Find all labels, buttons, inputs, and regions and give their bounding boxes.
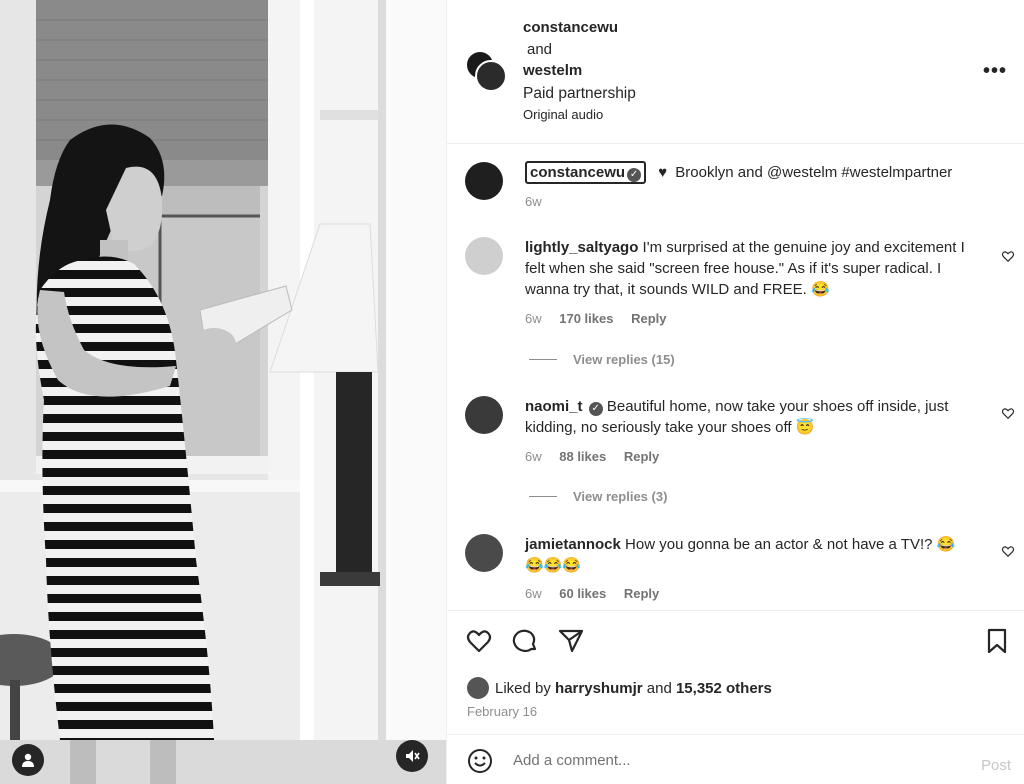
post-photo bbox=[0, 0, 446, 784]
avatar[interactable] bbox=[465, 237, 503, 275]
comment-body: jamietannock How you gonna be an actor &… bbox=[525, 534, 965, 576]
mute-button[interactable] bbox=[396, 740, 428, 772]
comment-body: naomi_t ✓ Beautiful home, now take your … bbox=[525, 396, 965, 438]
liked-by-user[interactable]: harryshumjr bbox=[555, 680, 643, 697]
person-icon bbox=[22, 753, 34, 767]
divider bbox=[529, 496, 557, 497]
view-replies-label[interactable]: View replies (15) bbox=[573, 352, 675, 367]
like-comment-icon[interactable] bbox=[1001, 544, 1015, 558]
save-icon[interactable] bbox=[983, 627, 1011, 655]
avatar[interactable] bbox=[465, 396, 503, 434]
caption-meta: 6w bbox=[525, 194, 556, 209]
comment-meta: 6w 88 likes Reply bbox=[525, 449, 673, 464]
post-header: constancewu and westelm Paid partnership… bbox=[447, 0, 1024, 144]
caption-age[interactable]: 6w bbox=[525, 194, 542, 209]
post-date[interactable]: February 16 bbox=[467, 704, 537, 719]
comment-age[interactable]: 6w bbox=[525, 311, 542, 326]
reply-button[interactable]: Reply bbox=[624, 449, 659, 464]
add-comment-bar: Post bbox=[447, 734, 1024, 784]
audio-label[interactable]: Original audio bbox=[523, 107, 603, 122]
action-icons bbox=[465, 627, 585, 655]
comment-text: Beautiful home, now take your shoes off … bbox=[525, 398, 949, 436]
header-username-1[interactable]: constancewu bbox=[523, 19, 618, 36]
verified-icon: ✓ bbox=[588, 402, 603, 416]
view-replies-button[interactable]: View replies (15) bbox=[529, 352, 675, 367]
comment-age[interactable]: 6w bbox=[525, 449, 542, 464]
comment-username[interactable]: jamietannock bbox=[525, 536, 621, 553]
comment-likes[interactable]: 170 likes bbox=[559, 311, 613, 326]
liked-by-and: and bbox=[646, 679, 672, 697]
comment-body: lightly_saltyago I'm surprised at the ge… bbox=[525, 237, 965, 300]
avatar-westelm[interactable] bbox=[475, 60, 507, 92]
liked-by-prefix: Liked by bbox=[495, 679, 551, 697]
paid-partnership-label[interactable]: Paid partnership bbox=[523, 85, 636, 103]
comment-icon[interactable] bbox=[511, 627, 539, 655]
header-username-2[interactable]: westelm bbox=[523, 62, 582, 79]
comment-meta: 6w 170 likes Reply bbox=[525, 311, 681, 326]
comment-username[interactable]: naomi_t bbox=[525, 398, 583, 415]
header-and: and bbox=[527, 41, 553, 58]
caption-text: Brooklyn and @westelm #westelmpartner bbox=[675, 164, 953, 181]
comment-likes[interactable]: 88 likes bbox=[559, 449, 606, 464]
collab-avatars[interactable] bbox=[465, 50, 509, 94]
caption-username[interactable]: constancewu bbox=[530, 164, 625, 181]
comment-likes[interactable]: 60 likes bbox=[559, 586, 606, 601]
more-options-button[interactable]: ••• bbox=[983, 60, 1007, 83]
view-replies-label[interactable]: View replies (3) bbox=[573, 489, 667, 504]
avatar[interactable] bbox=[465, 534, 503, 572]
heart-emoji-icon: ♥ bbox=[658, 164, 668, 181]
muted-speaker-icon bbox=[406, 750, 420, 762]
like-icon[interactable] bbox=[465, 627, 493, 655]
avatar[interactable] bbox=[465, 162, 503, 200]
reply-button[interactable]: Reply bbox=[631, 311, 666, 326]
like-comment-icon[interactable] bbox=[1001, 406, 1015, 420]
divider bbox=[529, 359, 557, 360]
comment-age[interactable]: 6w bbox=[525, 586, 542, 601]
view-replies-button[interactable]: View replies (3) bbox=[529, 489, 667, 504]
comment-meta: 6w 60 likes Reply bbox=[525, 586, 673, 601]
caption-username-box[interactable]: constancewu ✓ bbox=[525, 161, 647, 184]
post-details-panel: constancewu and westelm Paid partnership… bbox=[446, 0, 1024, 784]
verified-icon: ✓ bbox=[627, 168, 642, 182]
post-comment-button[interactable]: Post bbox=[981, 757, 1011, 774]
post-media[interactable] bbox=[0, 0, 446, 784]
emoji-icon[interactable] bbox=[467, 748, 493, 774]
comment-username[interactable]: lightly_saltyago bbox=[525, 239, 638, 256]
share-icon[interactable] bbox=[557, 627, 585, 655]
caption-body: constancewu ✓ ♥ Brooklyn and @westelm #we… bbox=[525, 161, 965, 184]
comment-input[interactable] bbox=[513, 747, 953, 773]
post-actions: Liked by harryshumjr and 15,352 others F… bbox=[447, 610, 1024, 734]
reply-button[interactable]: Reply bbox=[624, 586, 659, 601]
liked-by-row: Liked by harryshumjr and 15,352 others bbox=[467, 677, 772, 699]
like-comment-icon[interactable] bbox=[1001, 249, 1015, 263]
liked-by-count[interactable]: 15,352 others bbox=[676, 680, 772, 697]
liker-avatar[interactable] bbox=[467, 677, 489, 699]
user-tag-button[interactable] bbox=[12, 744, 44, 776]
